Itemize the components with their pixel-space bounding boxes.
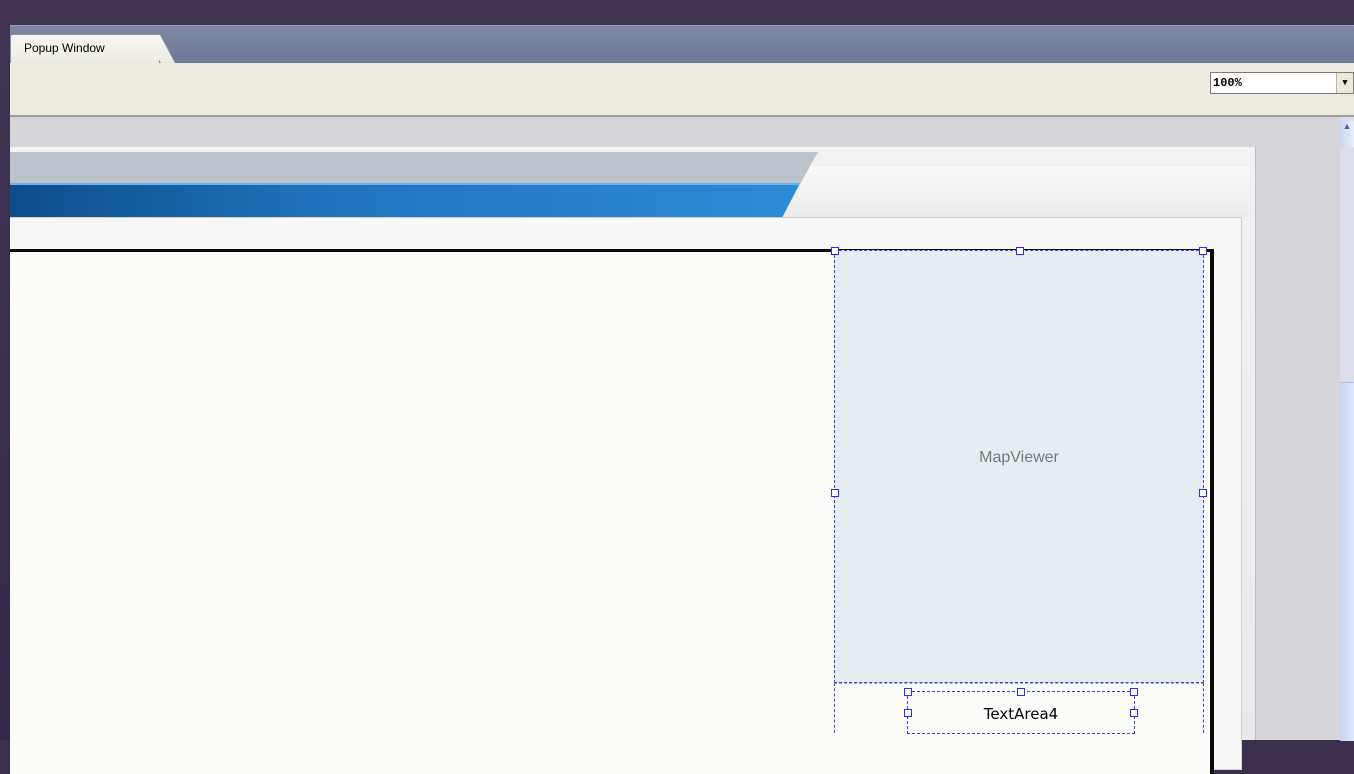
vertical-scrollbar[interactable]: ▲ xyxy=(1340,117,1354,741)
resize-handle[interactable] xyxy=(1016,247,1024,255)
tab-label: Popup Window xyxy=(24,41,105,55)
resize-handle[interactable] xyxy=(1017,688,1025,696)
zoom-dropdown[interactable]: 100% ▼ xyxy=(1210,72,1354,94)
scroll-up-icon[interactable]: ▲ xyxy=(1340,121,1354,147)
tab-popup-window[interactable]: Popup Window xyxy=(10,34,160,65)
design-canvas: MapViewer TextArea4 xyxy=(10,117,1340,774)
content-area: MapViewer TextArea4 xyxy=(10,247,1214,774)
textarea4-label: TextArea4 xyxy=(983,705,1059,723)
resize-handle[interactable] xyxy=(1130,709,1138,717)
tab-strip: Popup Window xyxy=(10,25,1354,65)
resize-handle[interactable] xyxy=(1130,688,1138,696)
resize-handle[interactable] xyxy=(904,709,912,717)
textarea4-control[interactable]: TextArea4 xyxy=(904,688,1138,734)
designer-toolbar: 100% ▼ xyxy=(10,63,1354,117)
resize-handle[interactable] xyxy=(1199,247,1207,255)
mapviewer-label: MapViewer xyxy=(979,449,1059,466)
scroll-thumb[interactable] xyxy=(1340,382,1354,741)
mapviewer-control[interactable]: MapViewer xyxy=(831,247,1207,683)
zoom-value: 100% xyxy=(1213,76,1242,90)
page-frame: MapViewer TextArea4 xyxy=(10,147,1256,774)
resize-handle[interactable] xyxy=(831,247,839,255)
chevron-down-icon[interactable]: ▼ xyxy=(1336,73,1353,93)
resize-handle[interactable] xyxy=(904,688,912,696)
textarea-container: TextArea4 xyxy=(834,683,1204,734)
content-panel: MapViewer TextArea4 xyxy=(10,217,1242,774)
resize-handle[interactable] xyxy=(1199,489,1207,497)
resize-handle[interactable] xyxy=(831,489,839,497)
